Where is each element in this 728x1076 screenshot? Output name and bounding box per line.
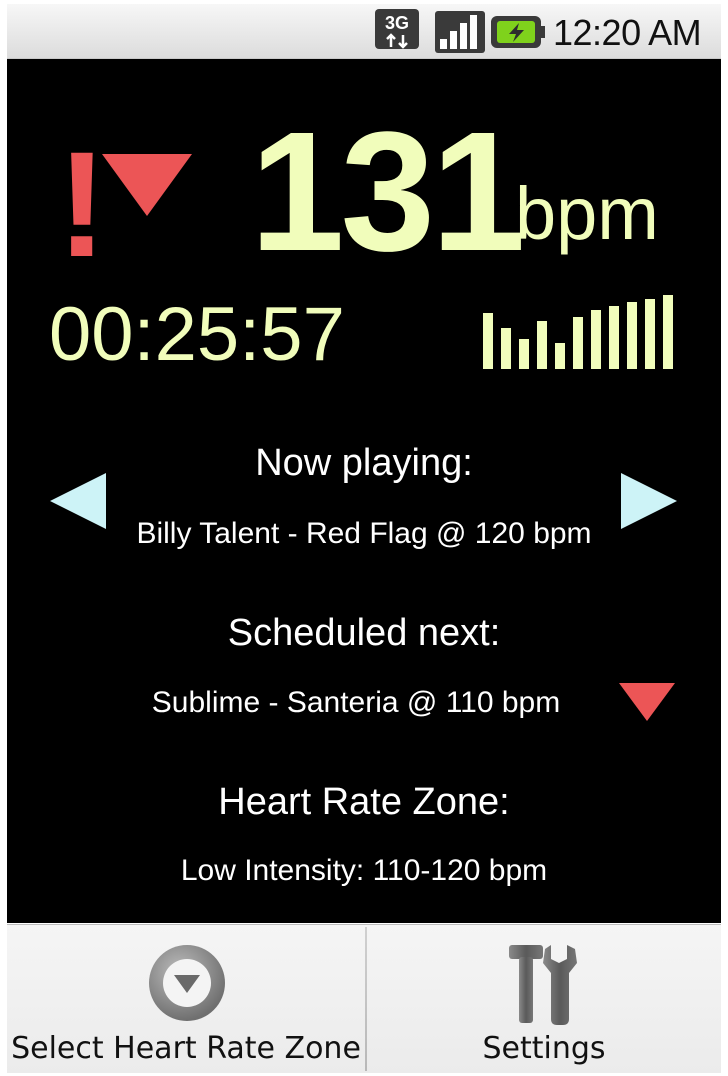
heart-rate-value: 131 xyxy=(250,97,526,287)
phone-screen: 3G 12:20 AM ! 131 bpm 00:25:57 Now playi… xyxy=(0,0,728,1076)
scheduled-next-heading: Scheduled next: xyxy=(227,612,501,654)
status-bar: 3G 12:20 AM xyxy=(7,4,721,59)
svg-text:3G: 3G xyxy=(385,13,409,33)
workout-panel: ! 131 bpm 00:25:57 Now playing: Billy Ta… xyxy=(7,59,721,923)
level-meter-bar xyxy=(537,321,547,369)
settings-button[interactable]: Settings xyxy=(367,925,721,1073)
tools-icon xyxy=(509,945,577,1025)
heart-rate-zone-value: Low Intensity: 110-120 bpm xyxy=(180,854,548,887)
dropdown-circle-icon xyxy=(149,945,225,1021)
level-meter-bar xyxy=(645,299,655,369)
next-track-icon[interactable] xyxy=(621,473,677,529)
previous-track-icon[interactable] xyxy=(50,473,106,529)
level-meter-bar xyxy=(483,313,493,369)
now-playing-track: Billy Talent - Red Flag @ 120 bpm xyxy=(136,517,592,550)
heart-rate-unit: bpm xyxy=(515,172,659,255)
options-menu: Select Heart Rate Zone Settings xyxy=(7,924,721,1073)
select-heart-rate-zone-button[interactable]: Select Heart Rate Zone xyxy=(7,925,365,1073)
heart-rate-zone-heading: Heart Rate Zone: xyxy=(218,781,510,823)
level-meter-bar xyxy=(501,328,511,369)
scheduled-next-track: Sublime - Santeria @ 110 bpm xyxy=(151,686,561,719)
battery-charging-icon xyxy=(491,16,545,48)
settings-label: Settings xyxy=(482,1031,606,1066)
level-meter-bar xyxy=(627,302,637,369)
now-playing-heading: Now playing: xyxy=(255,442,473,484)
elapsed-time: 00:25:57 xyxy=(49,292,345,377)
tempo-down-icon xyxy=(619,683,675,721)
level-meter-bar xyxy=(591,310,601,369)
level-meter-icon xyxy=(483,295,673,369)
signal-strength-icon xyxy=(435,11,485,53)
level-meter-bar xyxy=(609,306,619,369)
level-meter-bar xyxy=(573,317,583,369)
3g-data-icon: 3G xyxy=(375,9,419,49)
level-meter-bar xyxy=(663,295,673,369)
level-meter-bar xyxy=(519,339,529,369)
alert-mark: ! xyxy=(57,120,107,288)
select-heart-rate-zone-label: Select Heart Rate Zone xyxy=(11,1031,361,1066)
down-arrow-icon xyxy=(102,154,192,216)
clock: 12:20 AM xyxy=(553,12,702,53)
level-meter-bar xyxy=(555,343,565,369)
